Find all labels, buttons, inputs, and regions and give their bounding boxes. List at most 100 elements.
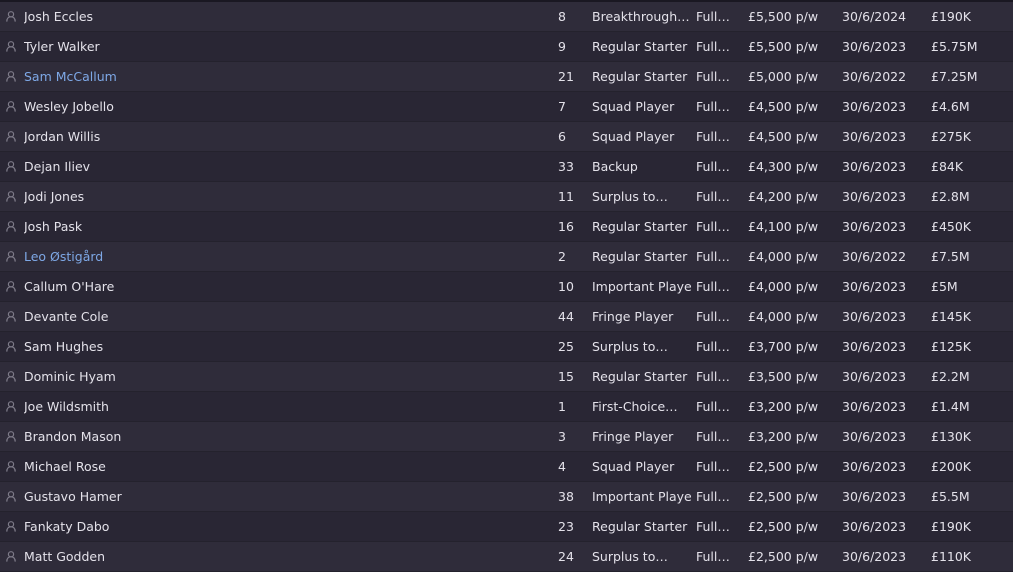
transfer-value: £190K: [931, 9, 972, 24]
transfer-value: £125K: [931, 339, 972, 354]
wage: £4,100 p/w: [748, 219, 819, 234]
table-row[interactable]: Wesley Jobello 7 Squad Player Full… £4,5…: [0, 92, 1013, 122]
player-name[interactable]: Devante Cole: [24, 302, 424, 331]
player-name[interactable]: Dominic Hyam: [24, 362, 424, 391]
transfer-value: £450K: [931, 219, 972, 234]
contract-expiry: 30/6/2023: [842, 219, 907, 234]
player-name[interactable]: Josh Pask: [24, 212, 424, 241]
table-row[interactable]: Jordan Willis 6 Squad Player Full… £4,50…: [0, 122, 1013, 152]
contract-type: Full…: [696, 219, 730, 234]
transfer-value: £200K: [931, 459, 972, 474]
contract-expiry: 30/6/2023: [842, 339, 907, 354]
player-name[interactable]: Sam Hughes: [24, 332, 424, 361]
person-icon: [6, 422, 18, 451]
squad-number: 8: [558, 9, 566, 24]
squad-number: 1: [558, 399, 566, 414]
wage: £2,500 p/w: [748, 549, 819, 564]
transfer-value: £5.5M: [931, 489, 970, 504]
table-row[interactable]: Dejan Iliev 33 Backup Full… £4,300 p/w 3…: [0, 152, 1013, 182]
player-name[interactable]: Callum O'Hare: [24, 272, 424, 301]
person-icon: [6, 392, 18, 421]
squad-status: Regular Starter: [592, 69, 688, 84]
wage: £2,500 p/w: [748, 489, 819, 504]
table-row[interactable]: Sam McCallum 21 Regular Starter Full… £5…: [0, 62, 1013, 92]
table-row[interactable]: Josh Eccles 8 Breakthrough… Full… £5,500…: [0, 2, 1013, 32]
contract-type: Full…: [696, 9, 730, 24]
wage: £4,000 p/w: [748, 309, 819, 324]
squad-status: Squad Player: [592, 459, 675, 474]
squad-status: Regular Starter: [592, 219, 688, 234]
person-icon: [6, 272, 18, 301]
contract-expiry: 30/6/2023: [842, 189, 907, 204]
person-icon: [6, 32, 18, 61]
contract-expiry: 30/6/2023: [842, 429, 907, 444]
player-name[interactable]: Jodi Jones: [24, 182, 424, 211]
person-icon: [6, 2, 18, 31]
squad-number: 38: [558, 489, 574, 504]
contract-expiry: 30/6/2023: [842, 369, 907, 384]
contract-type: Full…: [696, 369, 730, 384]
player-name[interactable]: Wesley Jobello: [24, 92, 424, 121]
squad-status: Regular Starter: [592, 369, 688, 384]
squad-status: Backup: [592, 159, 638, 174]
squad-number: 25: [558, 339, 574, 354]
table-row[interactable]: Josh Pask 16 Regular Starter Full… £4,10…: [0, 212, 1013, 242]
contract-type: Full…: [696, 519, 730, 534]
transfer-value: £2.8M: [931, 189, 970, 204]
contract-type: Full…: [696, 129, 730, 144]
table-row[interactable]: Fankaty Dabo 23 Regular Starter Full… £2…: [0, 512, 1013, 542]
table-row[interactable]: Devante Cole 44 Fringe Player Full… £4,0…: [0, 302, 1013, 332]
player-name[interactable]: Tyler Walker: [24, 32, 424, 61]
table-row[interactable]: Brandon Mason 3 Fringe Player Full… £3,2…: [0, 422, 1013, 452]
table-row[interactable]: Jodi Jones 11 Surplus to… Full… £4,200 p…: [0, 182, 1013, 212]
contract-type: Full…: [696, 159, 730, 174]
table-row[interactable]: Joe Wildsmith 1 First-Choice… Full… £3,2…: [0, 392, 1013, 422]
transfer-value: £110K: [931, 549, 972, 564]
transfer-value: £145K: [931, 309, 972, 324]
squad-number: 10: [558, 279, 574, 294]
table-row[interactable]: Sam Hughes 25 Surplus to… Full… £3,700 p…: [0, 332, 1013, 362]
player-name[interactable]: Matt Godden: [24, 542, 424, 571]
squad-status: Important Player: [592, 489, 692, 504]
squad-status: Important Player: [592, 279, 692, 294]
table-row[interactable]: Leo Østigård 2 Regular Starter Full… £4,…: [0, 242, 1013, 272]
transfer-value: £275K: [931, 129, 972, 144]
table-row[interactable]: Callum O'Hare 10 Important Player Full… …: [0, 272, 1013, 302]
player-name[interactable]: Sam McCallum: [24, 62, 424, 91]
transfer-value: £130K: [931, 429, 972, 444]
player-name[interactable]: Brandon Mason: [24, 422, 424, 451]
squad-number: 16: [558, 219, 574, 234]
contract-type: Full…: [696, 249, 730, 264]
wage: £4,500 p/w: [748, 129, 819, 144]
contract-type: Full…: [696, 99, 730, 114]
player-name[interactable]: Joe Wildsmith: [24, 392, 424, 421]
table-row[interactable]: Gustavo Hamer 38 Important Player Full… …: [0, 482, 1013, 512]
player-name[interactable]: Josh Eccles: [24, 2, 424, 31]
transfer-value: £5M: [931, 279, 958, 294]
player-name[interactable]: Dejan Iliev: [24, 152, 424, 181]
person-icon: [6, 92, 18, 121]
player-name[interactable]: Gustavo Hamer: [24, 482, 424, 511]
wage: £4,000 p/w: [748, 279, 819, 294]
table-row[interactable]: Dominic Hyam 15 Regular Starter Full… £3…: [0, 362, 1013, 392]
table-row[interactable]: Matt Godden 24 Surplus to… Full… £2,500 …: [0, 542, 1013, 572]
player-name[interactable]: Leo Østigård: [24, 242, 424, 271]
table-row[interactable]: Michael Rose 4 Squad Player Full… £2,500…: [0, 452, 1013, 482]
transfer-value: £190K: [931, 519, 972, 534]
person-icon: [6, 152, 18, 181]
wage: £5,500 p/w: [748, 9, 819, 24]
player-name[interactable]: Jordan Willis: [24, 122, 424, 151]
person-icon: [6, 62, 18, 91]
squad-number: 44: [558, 309, 574, 324]
player-name[interactable]: Fankaty Dabo: [24, 512, 424, 541]
wage: £5,000 p/w: [748, 69, 819, 84]
wage: £4,500 p/w: [748, 99, 819, 114]
player-name[interactable]: Michael Rose: [24, 452, 424, 481]
table-row[interactable]: Tyler Walker 9 Regular Starter Full… £5,…: [0, 32, 1013, 62]
contract-expiry: 30/6/2023: [842, 129, 907, 144]
person-icon: [6, 242, 18, 271]
contract-expiry: 30/6/2023: [842, 39, 907, 54]
person-icon: [6, 512, 18, 541]
squad-status: Surplus to…: [592, 189, 668, 204]
squad-number: 33: [558, 159, 574, 174]
